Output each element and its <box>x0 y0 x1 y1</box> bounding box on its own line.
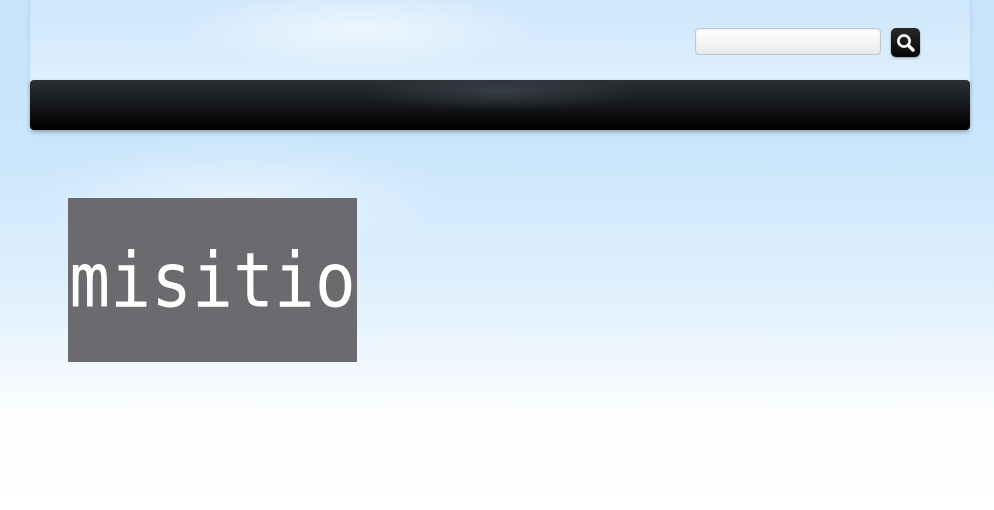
search-icon <box>896 33 916 53</box>
site-logo[interactable]: misitio <box>68 198 357 362</box>
search-input[interactable] <box>695 28 881 55</box>
main-navigation-bar <box>30 80 970 130</box>
search-button[interactable] <box>891 28 920 57</box>
logo-text: misitio <box>69 237 356 326</box>
